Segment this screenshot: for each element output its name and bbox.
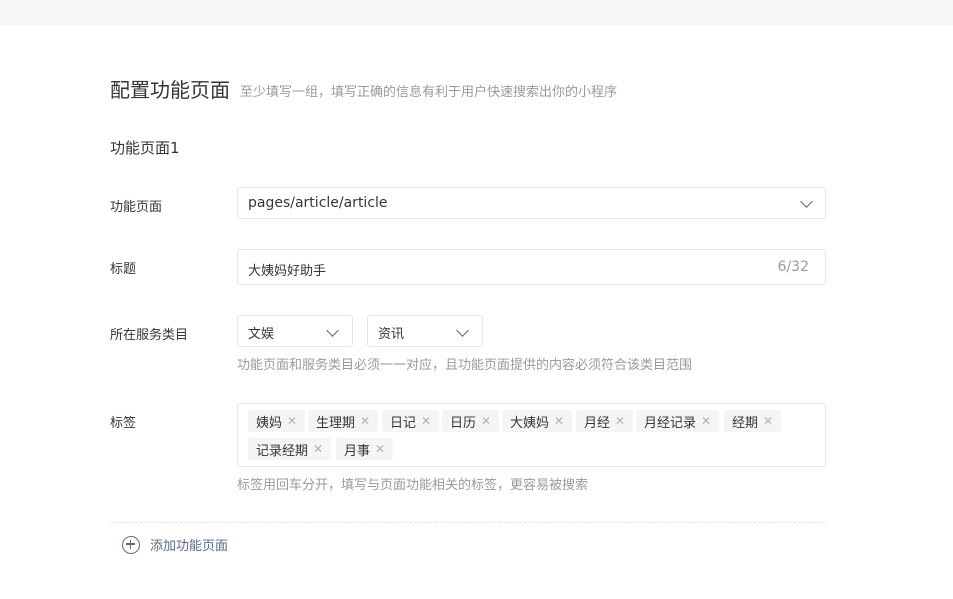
- tag-item: 日历 ✕: [442, 410, 500, 432]
- close-icon[interactable]: ✕: [763, 414, 773, 428]
- tag-item: 姨妈 ✕: [248, 410, 306, 432]
- tag-item: 月经 ✕: [576, 410, 634, 432]
- close-icon[interactable]: ✕: [701, 414, 711, 428]
- tag-label: 记录经期: [256, 443, 309, 459]
- tag-label: 日记: [390, 415, 417, 431]
- tag-label: 经期: [732, 415, 759, 431]
- tag-item: 月经记录 ✕: [636, 410, 720, 432]
- title-char-count: 6/32: [777, 259, 809, 275]
- close-icon[interactable]: ✕: [554, 414, 564, 428]
- close-icon[interactable]: ✕: [313, 442, 323, 456]
- page-select[interactable]: pages/article/article: [237, 187, 826, 219]
- tags-field-label: 标签: [110, 416, 137, 431]
- page-field-label: 功能页面: [110, 200, 163, 215]
- divider: [110, 522, 826, 523]
- category-field-label: 所在服务类目: [110, 328, 189, 343]
- chevron-down-icon: [456, 324, 469, 337]
- close-icon[interactable]: ✕: [421, 414, 431, 428]
- top-bar: [0, 0, 953, 25]
- title-field-label: 标题: [110, 262, 137, 277]
- add-page-button[interactable]: 添加功能页面: [122, 535, 228, 554]
- chevron-down-icon: [326, 324, 339, 337]
- tag-label: 姨妈: [256, 415, 283, 431]
- close-icon[interactable]: ✕: [481, 414, 491, 428]
- category-hint: 功能页面和服务类目必须一一对应，且功能页面提供的内容必须符合该类目范围: [237, 358, 693, 373]
- tag-item: 经期 ✕: [724, 410, 782, 432]
- category-primary-value: 文娱: [248, 327, 275, 342]
- tag-item: 日记 ✕: [382, 410, 440, 432]
- tag-item: 生理期 ✕: [308, 410, 379, 432]
- page-title: 配置功能页面: [110, 78, 230, 102]
- tag-label: 生理期: [316, 415, 356, 431]
- tag-item: 大姨妈 ✕: [502, 410, 573, 432]
- tag-item: 记录经期 ✕: [248, 438, 332, 460]
- tag-item: 月事 ✕: [336, 438, 394, 460]
- tag-label: 月经: [584, 415, 611, 431]
- page-subtitle: 至少填写一组，填写正确的信息有利于用户快速搜索出你的小程序: [240, 85, 618, 100]
- category-secondary-select[interactable]: 资讯: [367, 315, 483, 347]
- category-primary-select[interactable]: 文娱: [237, 315, 353, 347]
- close-icon[interactable]: ✕: [360, 414, 370, 428]
- title-input-value: 大姨妈好助手: [248, 264, 327, 279]
- close-icon[interactable]: ✕: [375, 442, 385, 456]
- close-icon[interactable]: ✕: [615, 414, 625, 428]
- title-input[interactable]: 大姨妈好助手 6/32: [237, 249, 826, 285]
- tags-hint: 标签用回车分开，填写与页面功能相关的标签，更容易被搜索: [237, 478, 589, 493]
- group-title: 功能页面1: [110, 139, 180, 157]
- tag-label: 月事: [344, 443, 371, 459]
- add-page-label: 添加功能页面: [150, 539, 229, 554]
- tags-input[interactable]: 姨妈 ✕ 生理期 ✕ 日记 ✕ 日历 ✕ 大姨妈 ✕ 月经 ✕ 月经记录 ✕ 经期 ✕ 记录经期…: [237, 403, 826, 467]
- tag-label: 大姨妈: [510, 415, 550, 431]
- close-icon[interactable]: ✕: [287, 414, 297, 428]
- category-secondary-value: 资讯: [378, 327, 405, 342]
- page-select-value: pages/article/article: [248, 195, 388, 211]
- plus-circle-icon: [122, 535, 140, 554]
- chevron-down-icon: [800, 195, 813, 208]
- tag-label: 日历: [450, 415, 477, 431]
- tag-label: 月经记录: [644, 415, 697, 431]
